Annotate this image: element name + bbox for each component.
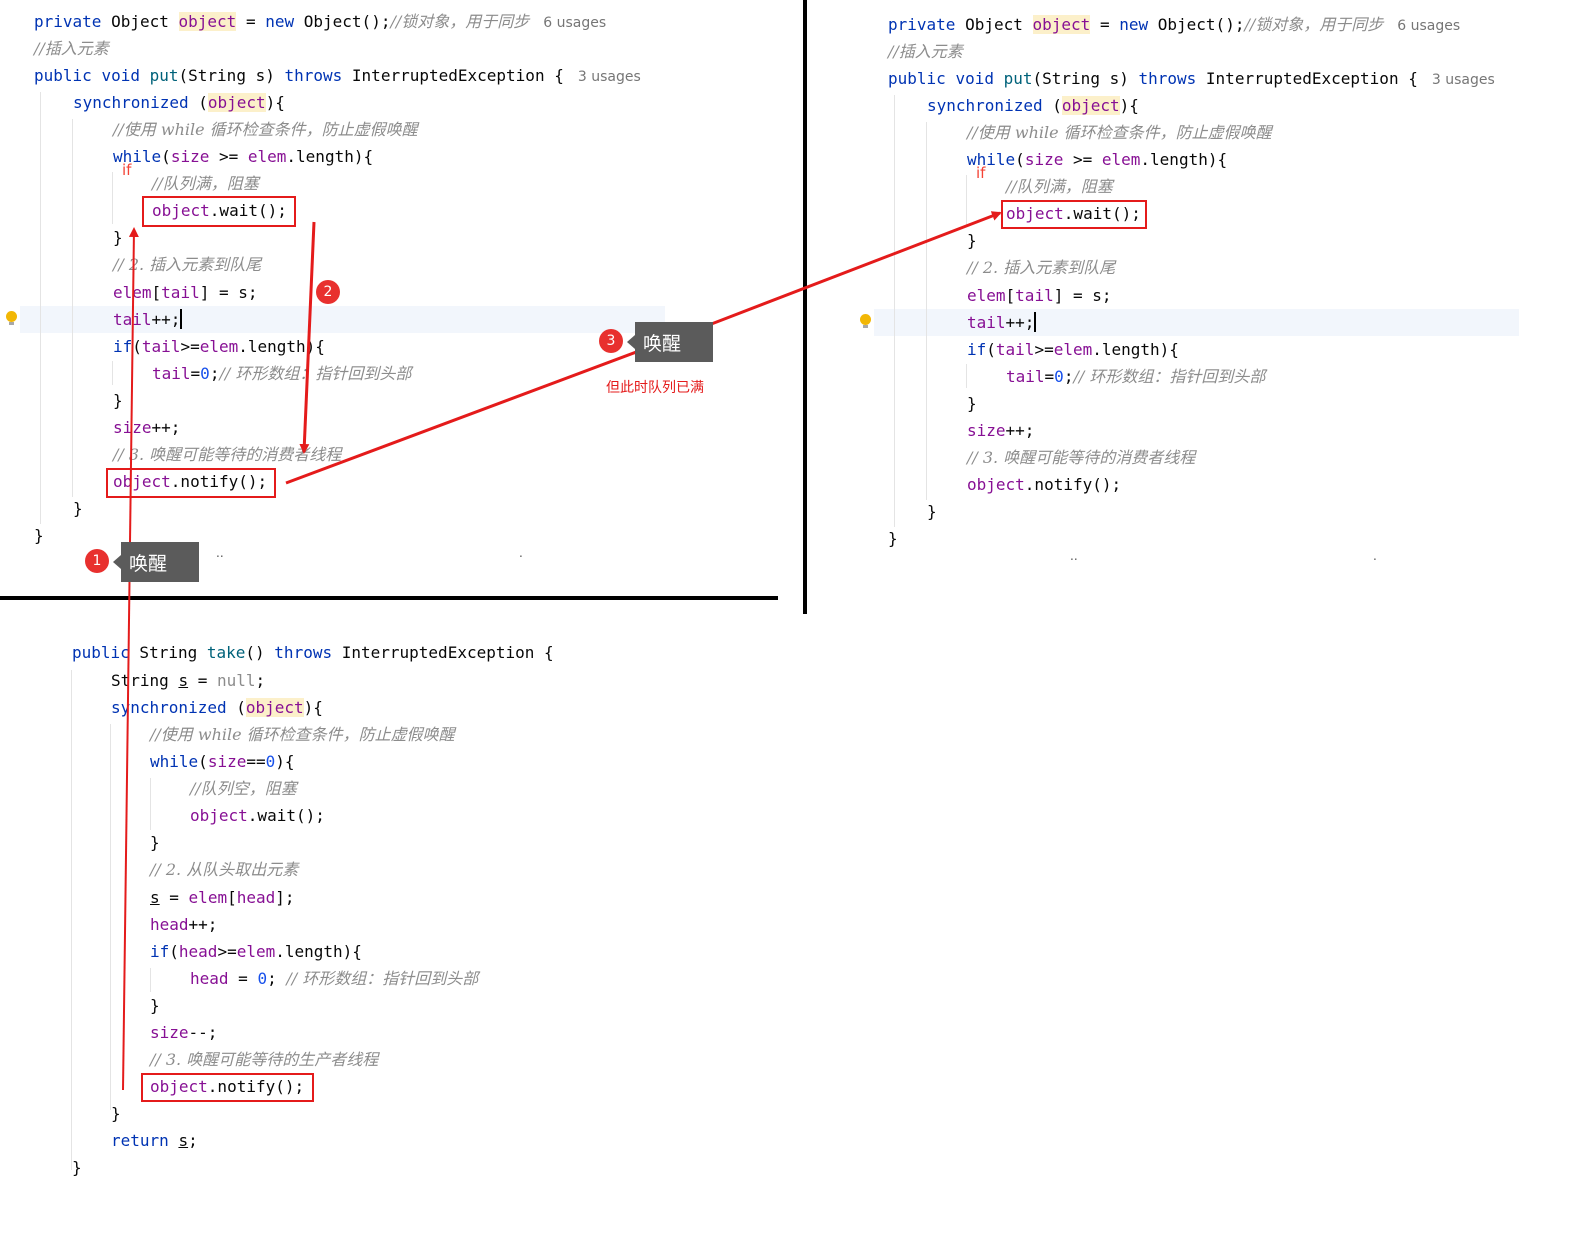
step3-badge: 3 <box>599 329 623 353</box>
step3-tooltip: 唤醒 <box>627 322 713 362</box>
step2-badge: 2 <box>316 280 340 304</box>
flow-arrows <box>122 211 1002 1091</box>
step1-tooltip: 唤醒 <box>113 542 199 582</box>
arrow-step2 <box>299 221 316 454</box>
arrow-step1 <box>122 227 139 1091</box>
step1-badge: 1 <box>85 549 109 573</box>
step3-note: 但此时队列已满 <box>606 380 704 396</box>
